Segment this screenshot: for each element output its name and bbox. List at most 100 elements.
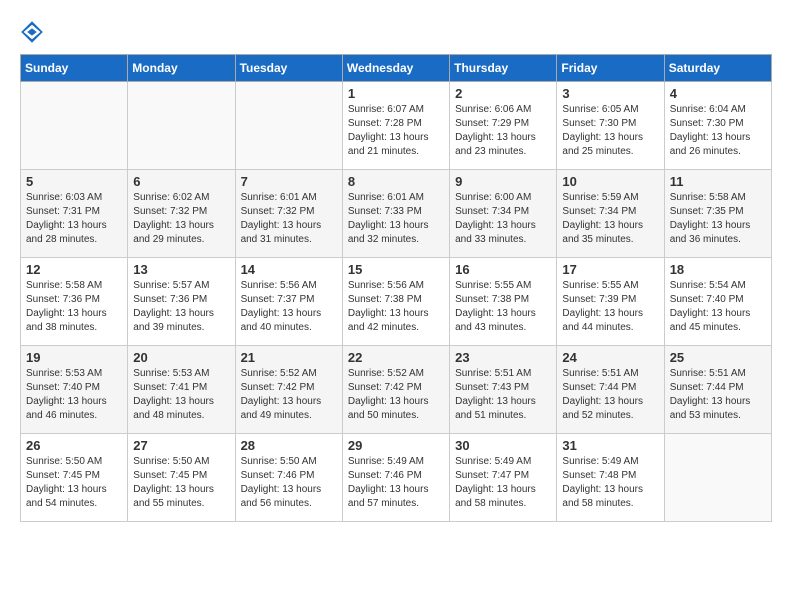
calendar-cell: 16Sunrise: 5:55 AM Sunset: 7:38 PM Dayli… xyxy=(450,258,557,346)
cell-content: Sunrise: 5:54 AM Sunset: 7:40 PM Dayligh… xyxy=(670,279,766,335)
day-number: 28 xyxy=(241,438,337,453)
calendar-header-row: SundayMondayTuesdayWednesdayThursdayFrid… xyxy=(21,55,772,82)
cell-content: Sunrise: 5:57 AM Sunset: 7:36 PM Dayligh… xyxy=(133,279,229,335)
calendar-table: SundayMondayTuesdayWednesdayThursdayFrid… xyxy=(20,54,772,522)
cell-content: Sunrise: 6:01 AM Sunset: 7:33 PM Dayligh… xyxy=(348,191,444,247)
calendar-cell xyxy=(235,82,342,170)
cell-content: Sunrise: 6:06 AM Sunset: 7:29 PM Dayligh… xyxy=(455,103,551,159)
cell-content: Sunrise: 5:51 AM Sunset: 7:44 PM Dayligh… xyxy=(670,367,766,423)
calendar-cell: 21 Sunrise: 5:52 AM Sunset: 7:42 PM Dayli… xyxy=(235,346,342,434)
calendar-cell: 12Sunrise: 5:58 AM Sunset: 7:36 PM Dayli… xyxy=(21,258,128,346)
calendar-cell: 20Sunrise: 5:53 AM Sunset: 7:41 PM Dayli… xyxy=(128,346,235,434)
cell-content: Sunrise: 5:53 AM Sunset: 7:41 PM Dayligh… xyxy=(133,367,229,423)
calendar-cell: 19 Sunrise: 5:53 AM Sunset: 7:40 PM Dayli… xyxy=(21,346,128,434)
day-number: 7 xyxy=(241,174,337,189)
calendar-week-row: 19 Sunrise: 5:53 AM Sunset: 7:40 PM Dayli… xyxy=(21,346,772,434)
cell-content: Sunrise: 5:49 AM Sunset: 7:46 PM Dayligh… xyxy=(348,455,444,511)
day-number: 31 xyxy=(562,438,658,453)
calendar-cell: 5Sunrise: 6:03 AM Sunset: 7:31 PM Daylig… xyxy=(21,170,128,258)
day-of-week-header: Thursday xyxy=(450,55,557,82)
cell-content: Sunrise: 5:51 AM Sunset: 7:44 PM Dayligh… xyxy=(562,367,658,423)
cell-content: Sunrise: 5:50 AM Sunset: 7:45 PM Dayligh… xyxy=(133,455,229,511)
day-number: 14 xyxy=(241,262,337,277)
calendar-cell: 23 Sunrise: 5:51 AM Sunset: 7:43 PM Dayli… xyxy=(450,346,557,434)
day-of-week-header: Saturday xyxy=(664,55,771,82)
calendar-cell: 6 Sunrise: 6:02 AM Sunset: 7:32 PM Daylig… xyxy=(128,170,235,258)
cell-content: Sunrise: 5:55 AM Sunset: 7:38 PM Dayligh… xyxy=(455,279,551,335)
calendar-cell: 15 Sunrise: 5:56 AM Sunset: 7:38 PM Dayli… xyxy=(342,258,449,346)
calendar-cell: 9 Sunrise: 6:00 AM Sunset: 7:34 PM Daylig… xyxy=(450,170,557,258)
day-of-week-header: Monday xyxy=(128,55,235,82)
day-number: 9 xyxy=(455,174,551,189)
calendar-cell: 17 Sunrise: 5:55 AM Sunset: 7:39 PM Dayli… xyxy=(557,258,664,346)
calendar-week-row: 1 Sunrise: 6:07 AM Sunset: 7:28 PM Daylig… xyxy=(21,82,772,170)
calendar-cell: 10 Sunrise: 5:59 AM Sunset: 7:34 PM Dayli… xyxy=(557,170,664,258)
day-number: 2 xyxy=(455,86,551,101)
cell-content: Sunrise: 6:04 AM Sunset: 7:30 PM Dayligh… xyxy=(670,103,766,159)
day-number: 25 xyxy=(670,350,766,365)
calendar-week-row: 12Sunrise: 5:58 AM Sunset: 7:36 PM Dayli… xyxy=(21,258,772,346)
day-of-week-header: Tuesday xyxy=(235,55,342,82)
calendar-cell: 28 Sunrise: 5:50 AM Sunset: 7:46 PM Dayli… xyxy=(235,434,342,522)
day-number: 8 xyxy=(348,174,444,189)
cell-content: Sunrise: 5:56 AM Sunset: 7:38 PM Dayligh… xyxy=(348,279,444,335)
day-number: 18 xyxy=(670,262,766,277)
calendar-cell: 7Sunrise: 6:01 AM Sunset: 7:32 PM Daylig… xyxy=(235,170,342,258)
cell-content: Sunrise: 5:49 AM Sunset: 7:48 PM Dayligh… xyxy=(562,455,658,511)
cell-content: Sunrise: 5:52 AM Sunset: 7:42 PM Dayligh… xyxy=(241,367,337,423)
cell-content: Sunrise: 5:50 AM Sunset: 7:45 PM Dayligh… xyxy=(26,455,122,511)
calendar-cell: 24 Sunrise: 5:51 AM Sunset: 7:44 PM Dayli… xyxy=(557,346,664,434)
day-of-week-header: Sunday xyxy=(21,55,128,82)
cell-content: Sunrise: 6:00 AM Sunset: 7:34 PM Dayligh… xyxy=(455,191,551,247)
day-number: 21 xyxy=(241,350,337,365)
cell-content: Sunrise: 5:58 AM Sunset: 7:36 PM Dayligh… xyxy=(26,279,122,335)
day-number: 24 xyxy=(562,350,658,365)
calendar-week-row: 5Sunrise: 6:03 AM Sunset: 7:31 PM Daylig… xyxy=(21,170,772,258)
cell-content: Sunrise: 6:03 AM Sunset: 7:31 PM Dayligh… xyxy=(26,191,122,247)
day-number: 29 xyxy=(348,438,444,453)
cell-content: Sunrise: 6:02 AM Sunset: 7:32 PM Dayligh… xyxy=(133,191,229,247)
calendar-cell: 18 Sunrise: 5:54 AM Sunset: 7:40 PM Dayli… xyxy=(664,258,771,346)
cell-content: Sunrise: 6:05 AM Sunset: 7:30 PM Dayligh… xyxy=(562,103,658,159)
day-number: 3 xyxy=(562,86,658,101)
calendar-cell: 26 Sunrise: 5:50 AM Sunset: 7:45 PM Dayli… xyxy=(21,434,128,522)
day-number: 10 xyxy=(562,174,658,189)
day-number: 19 xyxy=(26,350,122,365)
cell-content: Sunrise: 5:50 AM Sunset: 7:46 PM Dayligh… xyxy=(241,455,337,511)
calendar-cell xyxy=(21,82,128,170)
calendar-cell: 25 Sunrise: 5:51 AM Sunset: 7:44 PM Dayli… xyxy=(664,346,771,434)
calendar-cell: 13Sunrise: 5:57 AM Sunset: 7:36 PM Dayli… xyxy=(128,258,235,346)
day-number: 23 xyxy=(455,350,551,365)
day-number: 15 xyxy=(348,262,444,277)
page-header xyxy=(20,20,772,44)
calendar-cell: 8 Sunrise: 6:01 AM Sunset: 7:33 PM Daylig… xyxy=(342,170,449,258)
day-number: 27 xyxy=(133,438,229,453)
day-number: 26 xyxy=(26,438,122,453)
cell-content: Sunrise: 5:51 AM Sunset: 7:43 PM Dayligh… xyxy=(455,367,551,423)
day-number: 17 xyxy=(562,262,658,277)
cell-content: Sunrise: 5:52 AM Sunset: 7:42 PM Dayligh… xyxy=(348,367,444,423)
calendar-cell: 27 Sunrise: 5:50 AM Sunset: 7:45 PM Dayli… xyxy=(128,434,235,522)
calendar-cell: 1 Sunrise: 6:07 AM Sunset: 7:28 PM Daylig… xyxy=(342,82,449,170)
cell-content: Sunrise: 5:53 AM Sunset: 7:40 PM Dayligh… xyxy=(26,367,122,423)
day-number: 6 xyxy=(133,174,229,189)
calendar-week-row: 26 Sunrise: 5:50 AM Sunset: 7:45 PM Dayli… xyxy=(21,434,772,522)
cell-content: Sunrise: 5:59 AM Sunset: 7:34 PM Dayligh… xyxy=(562,191,658,247)
day-of-week-header: Wednesday xyxy=(342,55,449,82)
calendar-cell: 14Sunrise: 5:56 AM Sunset: 7:37 PM Dayli… xyxy=(235,258,342,346)
calendar-cell: 22 Sunrise: 5:52 AM Sunset: 7:42 PM Dayli… xyxy=(342,346,449,434)
day-number: 1 xyxy=(348,86,444,101)
calendar-cell: 2 Sunrise: 6:06 AM Sunset: 7:29 PM Daylig… xyxy=(450,82,557,170)
calendar-cell: 31 Sunrise: 5:49 AM Sunset: 7:48 PM Dayli… xyxy=(557,434,664,522)
day-number: 11 xyxy=(670,174,766,189)
day-number: 30 xyxy=(455,438,551,453)
cell-content: Sunrise: 6:07 AM Sunset: 7:28 PM Dayligh… xyxy=(348,103,444,159)
calendar-cell: 4Sunrise: 6:04 AM Sunset: 7:30 PM Daylig… xyxy=(664,82,771,170)
day-number: 22 xyxy=(348,350,444,365)
calendar-cell xyxy=(128,82,235,170)
cell-content: Sunrise: 5:49 AM Sunset: 7:47 PM Dayligh… xyxy=(455,455,551,511)
calendar-cell: 11Sunrise: 5:58 AM Sunset: 7:35 PM Dayli… xyxy=(664,170,771,258)
cell-content: Sunrise: 5:55 AM Sunset: 7:39 PM Dayligh… xyxy=(562,279,658,335)
logo xyxy=(20,20,48,44)
calendar-cell xyxy=(664,434,771,522)
